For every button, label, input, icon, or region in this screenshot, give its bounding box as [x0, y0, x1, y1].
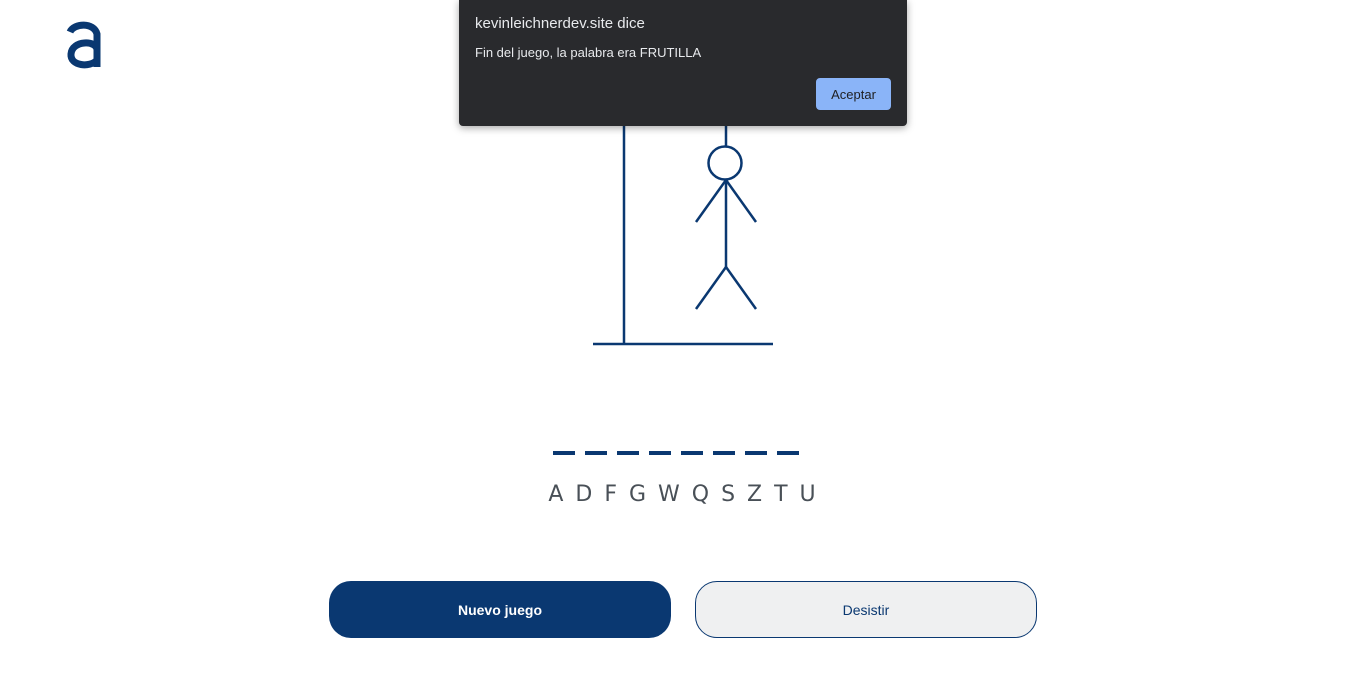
hangman-right-arm: [724, 179, 758, 223]
word-blank: [777, 451, 799, 455]
quit-button[interactable]: Desistir: [695, 581, 1037, 638]
hangman-right-leg: [724, 266, 758, 310]
word-blank: [745, 451, 767, 455]
dialog-title: kevinleichnerdev.site dice: [475, 15, 645, 32]
alert-dialog: kevinleichnerdev.site dice Fin del juego…: [459, 0, 907, 126]
word-blanks: [553, 451, 799, 455]
word-blank: [585, 451, 607, 455]
word-blank: [553, 451, 575, 455]
hangman-left-leg: [694, 266, 728, 310]
hangman-left-arm: [694, 179, 728, 223]
dialog-message: Fin del juego, la palabra era FRUTILLA: [475, 45, 702, 60]
hangman-head: [707, 145, 743, 181]
hangman-page: A D F G W Q S Z T U Nuevo juego Desistir…: [0, 0, 1366, 684]
word-blank: [617, 451, 639, 455]
dialog-ok-button[interactable]: Aceptar: [816, 78, 891, 110]
word-blank: [713, 451, 735, 455]
word-blank: [649, 451, 671, 455]
word-blank: [681, 451, 703, 455]
wrong-letters: A D F G W Q S Z T U: [548, 482, 818, 507]
new-game-button[interactable]: Nuevo juego: [329, 581, 671, 638]
